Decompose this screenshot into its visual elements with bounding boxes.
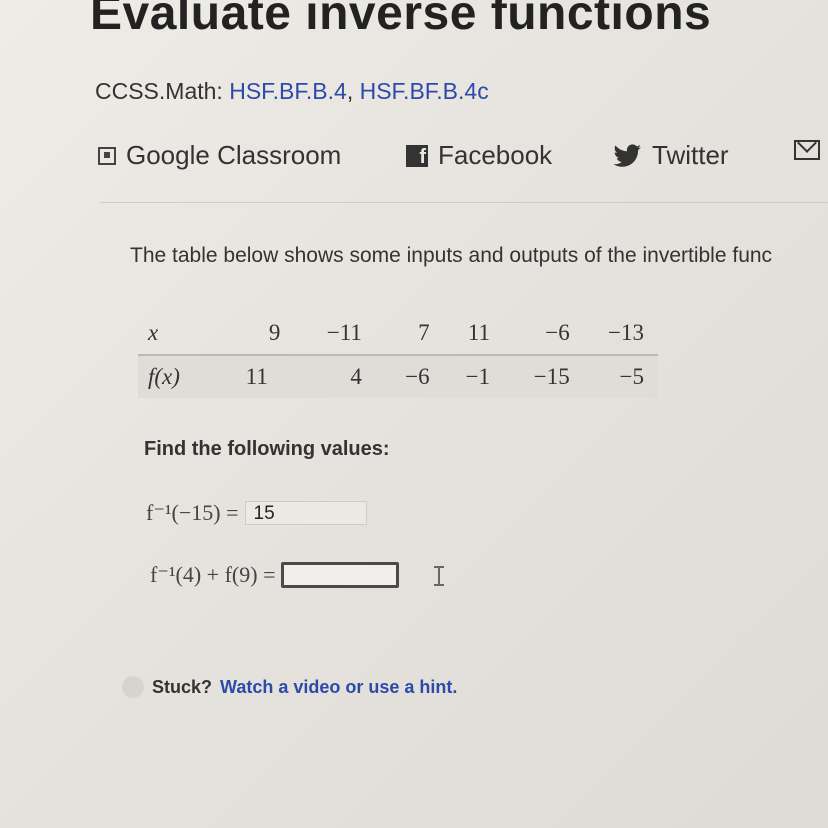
divider: [100, 202, 828, 203]
x-cell: −6: [490, 312, 570, 356]
google-classroom-icon: [98, 146, 116, 165]
fx-label: f(x): [148, 364, 180, 389]
twitter-icon: [613, 143, 641, 167]
ccss-label: CCSS.Math:: [95, 78, 223, 104]
problem-prompt: The table below shows some inputs and ou…: [130, 244, 773, 267]
fx-cell: −15: [533, 364, 570, 389]
function-table: x 9 −11 7 11 −6 −13 f(x) 11 4 −6 −1 −15 …: [138, 312, 658, 398]
x-cell: −11: [280, 312, 362, 356]
answer-1-input[interactable]: 15: [244, 501, 367, 525]
stuck-label: Stuck?: [152, 676, 213, 697]
answer-2-input[interactable]: [281, 562, 400, 588]
google-classroom-label: Google Classroom: [126, 140, 342, 170]
facebook-icon: f: [406, 144, 428, 168]
help-row: Stuck? Watch a video or use a hint.: [122, 676, 457, 698]
x-cell: 7: [361, 312, 430, 356]
fx-cell: 11: [245, 364, 268, 389]
fx-cell: −1: [465, 364, 491, 389]
google-classroom-button[interactable]: Google Classroom: [98, 140, 341, 171]
fx-cell: −6: [405, 364, 430, 389]
table-row-x: x 9 −11 7 11 −6 −13: [138, 312, 658, 356]
text-cursor-icon: [434, 566, 444, 586]
x-cell: −13: [569, 312, 658, 356]
ccss-link-hsf-bf-b-4[interactable]: HSF.BF.B.4: [229, 78, 347, 104]
screen: Evaluate inverse functions CCSS.Math: HS…: [0, 0, 828, 828]
table-row-fx: f(x) 11 4 −6 −1 −15 −5: [138, 355, 658, 398]
x-cell: 11: [429, 312, 491, 356]
twitter-label: Twitter: [652, 140, 729, 170]
hint-link[interactable]: Watch a video or use a hint.: [220, 677, 457, 698]
ccss-standards: CCSS.Math: HSF.BF.B.4, HSF.BF.B.4c: [95, 78, 489, 105]
twitter-button[interactable]: Twitter: [612, 140, 729, 171]
facebook-label: Facebook: [438, 140, 553, 170]
question-1: f⁻¹(−15) = 15: [146, 500, 367, 526]
x-cell: 9: [223, 312, 281, 356]
fx-cell: −5: [619, 364, 644, 389]
x-label: x: [138, 312, 224, 356]
page-title: Evaluate inverse functions: [90, 0, 712, 40]
share-bar: Google Classroom f Facebook Twitter: [0, 140, 828, 176]
question-2: f⁻¹(4) + f(9) =: [150, 562, 444, 588]
ccss-link-hsf-bf-b-4c[interactable]: HSF.BF.B.4c: [360, 78, 489, 104]
ccss-separator: ,: [346, 78, 354, 104]
hint-bullet-icon: [122, 676, 144, 698]
question-1-expression: f⁻¹(−15) =: [146, 500, 239, 525]
facebook-button[interactable]: f Facebook: [406, 140, 552, 171]
question-2-expression: f⁻¹(4) + f(9) =: [150, 562, 276, 587]
fx-cell: 4: [350, 364, 362, 389]
email-button[interactable]: [794, 140, 820, 160]
find-label: Find the following values:: [144, 438, 390, 460]
mail-icon: [794, 140, 820, 160]
